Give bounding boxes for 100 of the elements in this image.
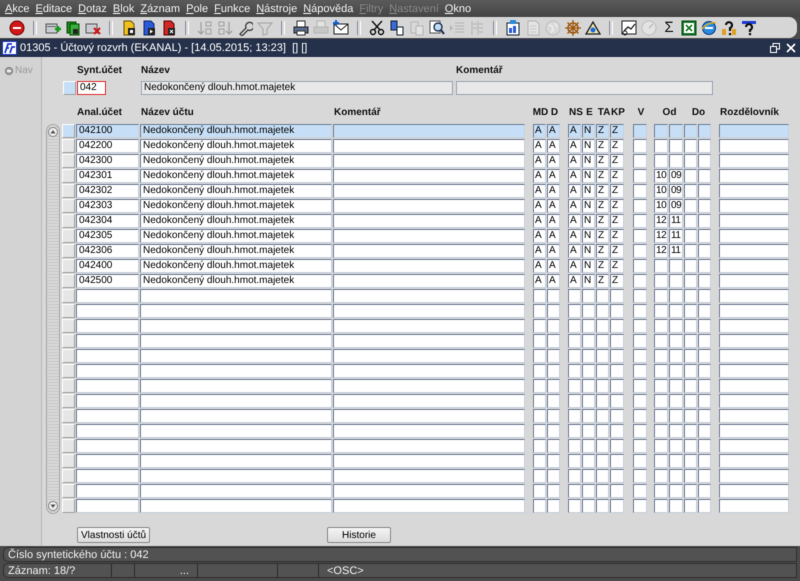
grid-field[interactable]: 10: [654, 169, 668, 183]
grid-field[interactable]: [547, 409, 560, 423]
grid-field[interactable]: [610, 349, 624, 363]
scroll-down-icon[interactable]: [48, 501, 58, 511]
grid-field[interactable]: [140, 409, 332, 423]
row-indicator[interactable]: [63, 81, 76, 95]
grid-field[interactable]: [698, 259, 711, 273]
grid-field[interactable]: [654, 154, 668, 168]
grid-field[interactable]: [654, 259, 668, 273]
grid-field[interactable]: [633, 364, 647, 378]
grid-field[interactable]: [698, 439, 711, 453]
grid-field[interactable]: [719, 244, 789, 258]
grid-field[interactable]: [719, 169, 789, 183]
grid-field[interactable]: [582, 439, 595, 453]
grid-field[interactable]: [698, 169, 711, 183]
row-indicator[interactable]: [62, 469, 75, 483]
grid-field[interactable]: Z: [610, 244, 624, 258]
grid-field[interactable]: [610, 409, 624, 423]
grid-field[interactable]: [669, 439, 683, 453]
grid-field[interactable]: [684, 154, 697, 168]
grid-field[interactable]: Nedokončený dlouh.hmot.majetek: [140, 244, 332, 258]
grid-field[interactable]: [140, 289, 332, 303]
grid-field[interactable]: [140, 469, 332, 483]
grid-field[interactable]: [333, 139, 525, 153]
grid-field[interactable]: [719, 469, 789, 483]
grid-field[interactable]: [533, 484, 546, 498]
grid-field[interactable]: A: [568, 259, 581, 273]
grid-field[interactable]: N: [582, 244, 595, 258]
grid-field[interactable]: N: [582, 169, 595, 183]
grid-field[interactable]: N: [582, 229, 595, 243]
menu-item[interactable]: Nápověda: [300, 2, 356, 14]
grid-field[interactable]: [333, 409, 525, 423]
grid-field[interactable]: [568, 454, 581, 468]
grid-field[interactable]: [533, 304, 546, 318]
grid-field[interactable]: 042500: [76, 274, 139, 288]
grid-field[interactable]: [684, 454, 697, 468]
grid-field[interactable]: [610, 289, 624, 303]
grid-field[interactable]: [582, 469, 595, 483]
grid-field[interactable]: [568, 319, 581, 333]
grid-field[interactable]: A: [568, 214, 581, 228]
row-indicator[interactable]: [62, 409, 75, 423]
grid-field[interactable]: [333, 244, 525, 258]
row-indicator[interactable]: [62, 259, 75, 273]
grid-field[interactable]: [547, 289, 560, 303]
grid-field[interactable]: [633, 394, 647, 408]
grid-field[interactable]: [596, 349, 609, 363]
grid-field[interactable]: [669, 394, 683, 408]
grid-field[interactable]: [669, 304, 683, 318]
grid-field[interactable]: [684, 274, 697, 288]
grid-field[interactable]: [547, 304, 560, 318]
grid-field[interactable]: [719, 319, 789, 333]
grid-field[interactable]: [76, 289, 139, 303]
grid-field[interactable]: [533, 394, 546, 408]
grid-field[interactable]: [610, 334, 624, 348]
grid-field[interactable]: Z: [596, 139, 609, 153]
grid-field[interactable]: [582, 424, 595, 438]
print-icon[interactable]: [292, 20, 310, 36]
grid-field[interactable]: A: [547, 154, 560, 168]
row-indicator[interactable]: [62, 274, 75, 288]
grid-field[interactable]: [684, 304, 697, 318]
grid-field[interactable]: [533, 349, 546, 363]
grid-field[interactable]: [582, 454, 595, 468]
grid-field[interactable]: [684, 334, 697, 348]
grid-field[interactable]: [140, 424, 332, 438]
grid-field[interactable]: [333, 289, 525, 303]
grid-field[interactable]: [140, 364, 332, 378]
grid-field[interactable]: Nedokončený dlouh.hmot.majetek: [140, 139, 332, 153]
grid-field[interactable]: [698, 319, 711, 333]
row-indicator[interactable]: [62, 154, 75, 168]
grid-field[interactable]: [698, 394, 711, 408]
grid-field[interactable]: 042301: [76, 169, 139, 183]
stop-icon[interactable]: [8, 20, 26, 36]
grid-field[interactable]: [654, 454, 668, 468]
grid-field[interactable]: [582, 484, 595, 498]
grid-field[interactable]: [568, 289, 581, 303]
grid-field[interactable]: [684, 439, 697, 453]
grid-field[interactable]: [669, 274, 683, 288]
grid-field[interactable]: 09: [669, 169, 683, 183]
grid-field[interactable]: 042304: [76, 214, 139, 228]
grid-field[interactable]: [333, 124, 525, 138]
menu-item[interactable]: Nástroje: [253, 2, 300, 14]
grid-field[interactable]: [669, 139, 683, 153]
row-indicator[interactable]: [62, 349, 75, 363]
grid-field[interactable]: [533, 364, 546, 378]
grid-field[interactable]: [684, 394, 697, 408]
scissors-icon[interactable]: [368, 20, 386, 36]
grid-field[interactable]: [719, 259, 789, 273]
grid-field[interactable]: [684, 499, 697, 513]
grid-field[interactable]: Nedokončený dlouh.hmot.majetek: [140, 274, 332, 288]
search-icon[interactable]: [428, 20, 446, 36]
grid-field[interactable]: A: [547, 259, 560, 273]
grid-field[interactable]: N: [582, 259, 595, 273]
grid-field[interactable]: [684, 259, 697, 273]
grid-field[interactable]: [698, 199, 711, 213]
grid-field[interactable]: Nedokončený dlouh.hmot.majetek: [140, 169, 332, 183]
grid-field[interactable]: A: [547, 274, 560, 288]
grid-field[interactable]: [654, 394, 668, 408]
grid-field[interactable]: [568, 304, 581, 318]
grid-field[interactable]: [140, 349, 332, 363]
grid-field[interactable]: [596, 469, 609, 483]
